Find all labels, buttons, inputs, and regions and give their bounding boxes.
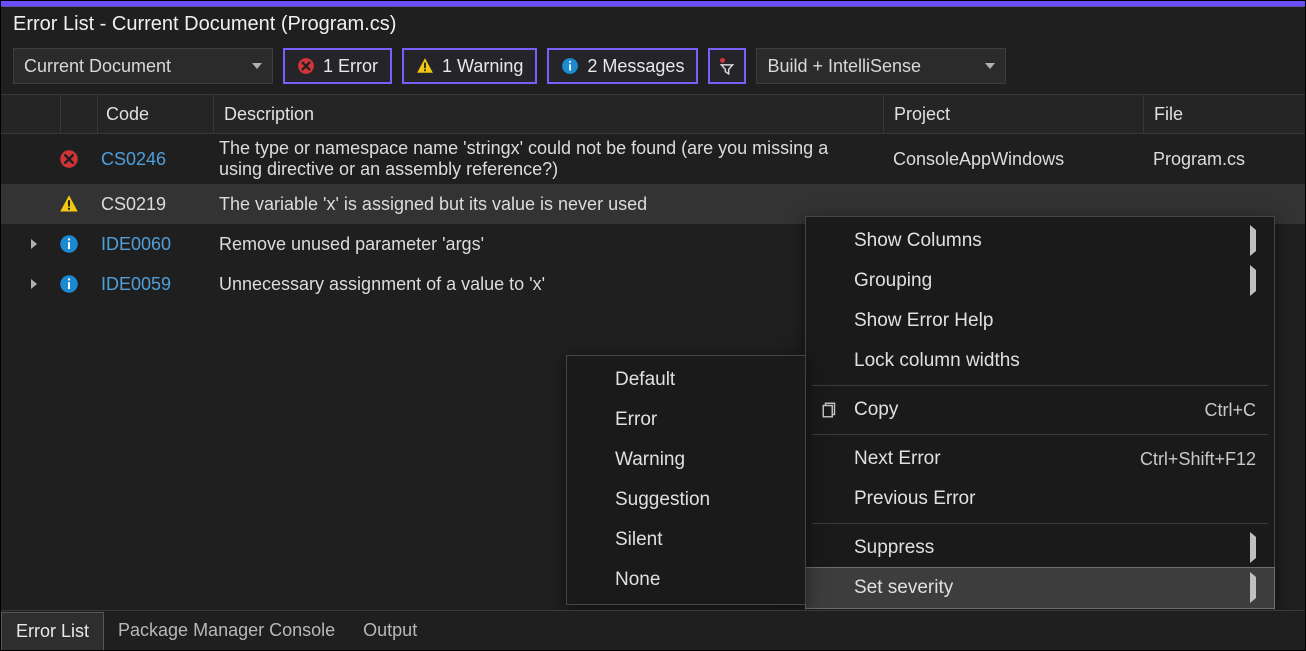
warnings-filter-label: 1 Warning <box>442 56 523 77</box>
menu-next-error[interactable]: Next Error Ctrl+Shift+F12 <box>806 439 1274 479</box>
menu-suppress[interactable]: Suppress <box>806 528 1274 568</box>
errors-filter-button[interactable]: 1 Error <box>283 48 392 84</box>
error-description: The variable 'x' is assigned but its val… <box>213 194 883 215</box>
submenu-arrow-icon <box>1250 265 1256 296</box>
error-icon <box>297 57 315 75</box>
error-project: ConsoleAppWindows <box>883 149 1143 170</box>
filter-button[interactable] <box>708 48 746 84</box>
warnings-filter-button[interactable]: 1 Warning <box>402 48 537 84</box>
column-file[interactable]: File <box>1143 95 1305 133</box>
menu-separator <box>812 523 1268 524</box>
error-code: CS0219 <box>97 194 213 215</box>
severity-warning[interactable]: Warning <box>567 440 805 480</box>
scope-dropdown-label: Current Document <box>24 56 171 77</box>
menu-set-severity[interactable]: Set severity <box>806 568 1274 608</box>
filter-icon <box>718 57 736 75</box>
chevron-down-icon <box>252 63 262 69</box>
table-row[interactable]: CS0246The type or namespace name 'string… <box>1 134 1305 184</box>
tab-error-list[interactable]: Error List <box>1 612 104 650</box>
chevron-down-icon <box>985 63 995 69</box>
tab-output[interactable]: Output <box>349 612 431 649</box>
info-icon <box>41 234 97 254</box>
source-dropdown[interactable]: Build + IntelliSense <box>756 48 1006 84</box>
severity-suggestion[interactable]: Suggestion <box>567 480 805 520</box>
severity-submenu: Default Error Warning Suggestion Silent … <box>566 355 806 605</box>
bottom-tab-bar: Error List Package Manager Console Outpu… <box>1 610 1305 650</box>
error-code[interactable]: CS0246 <box>97 149 213 170</box>
toolbar: Current Document 1 Error 1 Warning 2 Mes… <box>1 42 1305 94</box>
menu-grouping[interactable]: Grouping <box>806 261 1274 301</box>
error-code[interactable]: IDE0060 <box>97 234 213 255</box>
scope-dropdown[interactable]: Current Document <box>13 48 273 84</box>
messages-filter-label: 2 Messages <box>587 56 684 77</box>
severity-silent[interactable]: Silent <box>567 520 805 560</box>
severity-none[interactable]: None <box>567 560 805 600</box>
column-project[interactable]: Project <box>883 95 1143 133</box>
menu-show-columns[interactable]: Show Columns <box>806 221 1274 261</box>
menu-copy[interactable]: Copy Ctrl+C <box>806 390 1274 430</box>
expand-icon[interactable] <box>31 279 37 289</box>
error-icon <box>41 149 97 169</box>
panel-title: Error List - Current Document (Program.c… <box>1 7 1305 42</box>
messages-filter-button[interactable]: 2 Messages <box>547 48 698 84</box>
menu-separator <box>812 434 1268 435</box>
error-code[interactable]: IDE0059 <box>97 274 213 295</box>
copy-icon <box>820 400 840 420</box>
submenu-arrow-icon <box>1250 225 1256 256</box>
table-header: Code Description Project File <box>1 94 1305 134</box>
error-description: Remove unused parameter 'args' <box>213 234 883 255</box>
errors-filter-label: 1 Error <box>323 56 378 77</box>
expand-icon[interactable] <box>31 239 37 249</box>
menu-show-error-help[interactable]: Show Error Help <box>806 301 1274 341</box>
error-file: Program.cs <box>1143 149 1305 170</box>
error-description: The type or namespace name 'stringx' cou… <box>213 138 883 180</box>
submenu-arrow-icon <box>1250 532 1256 563</box>
error-description: Unnecessary assignment of a value to 'x' <box>213 274 883 295</box>
submenu-arrow-icon <box>1250 572 1256 603</box>
menu-lock-column-widths[interactable]: Lock column widths <box>806 341 1274 381</box>
context-menu: Show Columns Grouping Show Error Help Lo… <box>805 216 1275 613</box>
source-dropdown-label: Build + IntelliSense <box>767 56 921 77</box>
menu-previous-error[interactable]: Previous Error <box>806 479 1274 519</box>
tab-package-manager-console[interactable]: Package Manager Console <box>104 612 349 649</box>
warning-icon <box>41 194 97 214</box>
menu-separator <box>812 385 1268 386</box>
info-icon <box>41 274 97 294</box>
severity-error[interactable]: Error <box>567 400 805 440</box>
column-code[interactable]: Code <box>97 95 213 133</box>
info-icon <box>561 57 579 75</box>
warning-icon <box>416 57 434 75</box>
column-description[interactable]: Description <box>213 95 883 133</box>
severity-default[interactable]: Default <box>567 360 805 400</box>
